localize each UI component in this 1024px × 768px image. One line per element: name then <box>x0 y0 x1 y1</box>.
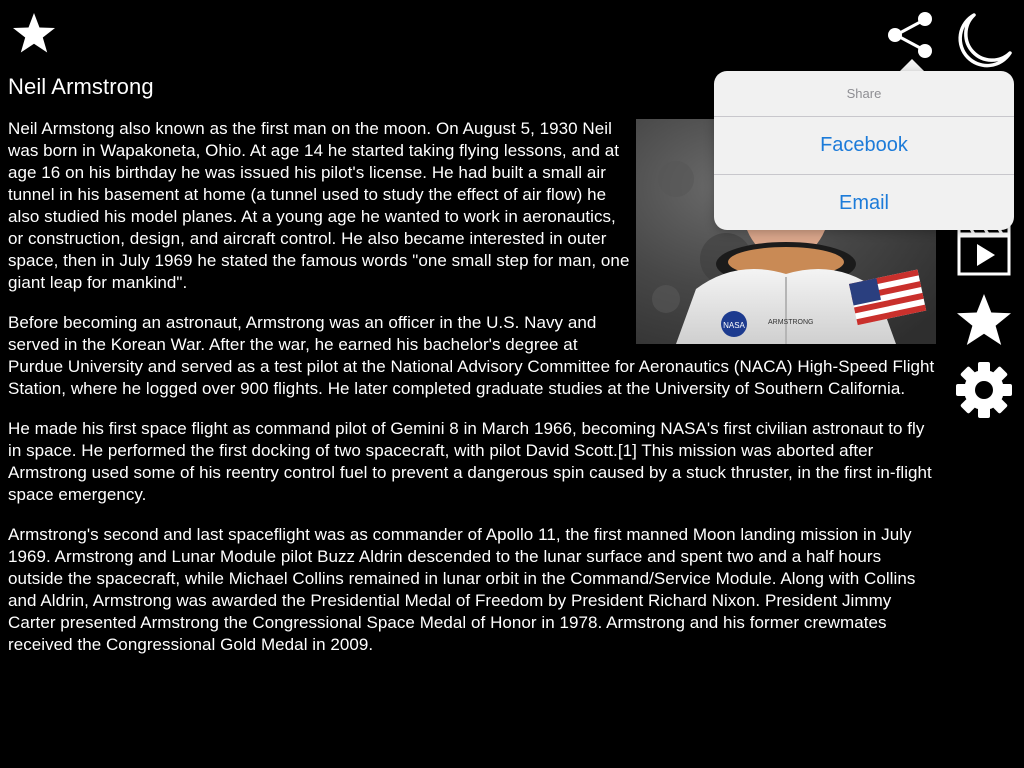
favorite-star-icon[interactable] <box>11 11 57 55</box>
moon-icon[interactable] <box>952 11 1014 69</box>
share-icon[interactable] <box>884 11 936 59</box>
article-paragraph: He made his first space flight as comman… <box>8 419 932 504</box>
nasa-patch-text: NASA <box>723 321 745 330</box>
article-paragraph: Armstrong's second and last spaceflight … <box>8 525 916 654</box>
gear-icon[interactable] <box>954 360 1014 420</box>
star-icon[interactable] <box>954 292 1014 348</box>
share-facebook-option[interactable]: Facebook <box>714 117 1014 174</box>
share-popover: Share Facebook Email <box>714 71 1014 230</box>
share-email-option[interactable]: Email <box>714 174 1014 232</box>
share-popover-title: Share <box>714 71 1014 117</box>
name-tag-text: ARMSTRONG <box>768 319 814 326</box>
